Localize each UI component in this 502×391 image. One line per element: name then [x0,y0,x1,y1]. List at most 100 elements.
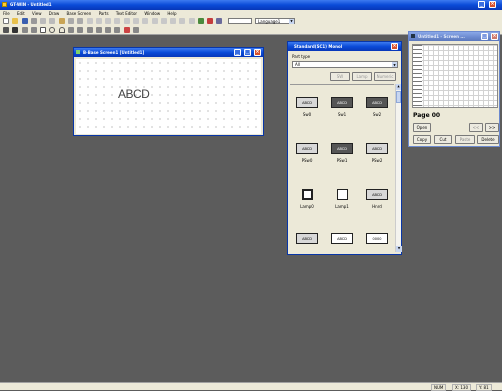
font-tool-icon[interactable] [114,27,121,33]
open-icon[interactable] [12,18,19,24]
filter-sw-button[interactable]: SW [330,72,350,81]
align-center-icon[interactable] [95,18,102,24]
close-icon[interactable]: × [391,43,398,50]
app-title: GT-WIN - Untitled1 [10,2,52,7]
lamp-part-icon [336,189,348,200]
paste-button[interactable]: Paste [455,135,475,144]
copy-button[interactable]: Copy [413,135,431,144]
parttype-dropdown[interactable]: All ▼ [292,61,398,68]
rectangle-tool-icon[interactable] [40,27,47,33]
part-item-psw0[interactable]: ABCD PSw0 [292,143,322,163]
minimize-icon[interactable]: _ [478,1,485,8]
zoom-out-icon[interactable] [179,18,186,24]
close-icon[interactable]: × [489,1,496,8]
paint-tool-icon[interactable] [77,27,84,33]
undo-icon[interactable] [67,18,74,24]
print-icon[interactable] [30,18,37,24]
test-icon[interactable] [197,18,204,24]
part-item-sw2[interactable]: ABCD Sw2 [362,97,392,117]
rotate-icon[interactable] [160,18,167,24]
part-item-numeric[interactable]: 0000 [362,233,392,244]
part-label: Hnrd [372,204,382,209]
screen-list-window: Untitled1 - Screen ... □ × Page 00 Open … [408,31,500,147]
close-icon[interactable]: × [254,49,261,56]
canvas-text-object[interactable]: ABCD [118,87,150,101]
screen-list-titlebar[interactable]: Untitled1 - Screen ... □ × [409,32,499,41]
part-item-sw0[interactable]: ABCD Sw0 [292,97,322,117]
scroll-up-icon[interactable]: ▲ [396,84,401,90]
sector-tool-icon[interactable] [67,27,74,33]
maximize-icon[interactable]: □ [244,49,251,56]
part-item-psw1[interactable]: ABCD PSw1 [327,143,357,163]
menu-text-editor[interactable]: Text Editor [116,11,137,16]
chevron-down-icon: ▼ [289,19,295,24]
part-label: Sw1 [337,112,347,117]
layer-dropdown[interactable]: Language1 ▼ [255,18,296,24]
scale-tool-icon[interactable] [86,27,93,33]
arc-tool-icon[interactable] [58,27,65,33]
screen-dropdown[interactable] [227,18,252,24]
zoom-in-icon[interactable] [170,18,177,24]
image-tool-icon[interactable] [105,27,112,33]
line-tool-icon[interactable] [21,27,28,33]
menu-base-screen[interactable]: Base Screen [67,11,92,16]
save-icon[interactable] [21,18,28,24]
part-item-lamp0[interactable]: Lamp0 [292,189,322,209]
flip-icon[interactable] [151,18,158,24]
cut-button[interactable]: Cut [434,135,452,144]
screen-thumbnail[interactable] [412,44,498,108]
group-icon[interactable] [114,18,121,24]
screen-editor-title: B-Base Screen1 [Untitled1] [83,50,145,55]
menu-edit[interactable]: Edit [17,11,25,16]
maximize-icon[interactable]: □ [481,33,488,40]
next-page-button[interactable]: >> [485,123,499,132]
copy-icon[interactable] [49,18,56,24]
screen-editor-titlebar[interactable]: B-Base Screen1 [Untitled1] _ □ × [74,48,263,57]
filter-numeric-button[interactable]: Numeric [374,72,396,81]
ungroup-icon[interactable] [123,18,130,24]
scroll-thumb[interactable] [396,91,401,103]
paste-icon[interactable] [58,18,65,24]
menu-help[interactable]: Help [167,11,176,16]
prev-page-button[interactable]: << [469,123,483,132]
menu-window[interactable]: Window [144,11,160,16]
filter-lamp-button[interactable]: Lamp [352,72,372,81]
fill-tool-icon[interactable] [132,27,139,33]
align-left-icon[interactable] [86,18,93,24]
monitor-icon[interactable] [216,18,223,24]
polyline-tool-icon[interactable] [30,27,37,33]
menu-parts[interactable]: Parts [99,11,109,16]
part-item-text1[interactable]: ABCD [327,233,357,244]
parts-library-titlebar[interactable]: Standard(SC1) Monol × [288,42,401,51]
grid-icon[interactable] [188,18,195,24]
circle-tool-icon[interactable] [49,27,56,33]
scroll-down-icon[interactable]: ▼ [396,246,402,252]
redo-icon[interactable] [77,18,84,24]
close-icon[interactable]: × [491,33,498,40]
minimize-icon[interactable]: _ [234,49,241,56]
menu-draw[interactable]: Draw [49,11,59,16]
thumbnail-row-labels [413,45,422,107]
menu-view[interactable]: View [32,11,42,16]
parttype-value: All [295,62,300,67]
cut-icon[interactable] [40,18,47,24]
transfer-icon[interactable] [207,18,214,24]
menu-file[interactable]: File [3,11,10,16]
color-tool-icon[interactable] [123,27,130,33]
align-right-icon[interactable] [105,18,112,24]
select-arrow-icon[interactable] [3,27,9,33]
part-item-text0[interactable]: ABCD [292,233,322,244]
new-icon[interactable] [3,18,9,24]
part-item-psw2[interactable]: ABCD PSw2 [362,143,392,163]
front-icon[interactable] [132,18,139,24]
part-item-lamp1[interactable]: Lamp1 [327,189,357,209]
part-item-sw1[interactable]: ABCD Sw1 [327,97,357,117]
back-icon[interactable] [142,18,149,24]
delete-button[interactable]: Delete [477,135,499,144]
open-button[interactable]: Open [413,123,431,132]
dot-tool-icon[interactable] [95,27,102,33]
part-item-hnrd[interactable]: ABCD Hnrd [362,189,392,209]
parts-scrollbar[interactable]: ▲ ▼ [395,84,402,252]
screen-canvas[interactable]: ABCD [76,59,261,134]
text-tool-icon[interactable] [12,27,19,33]
